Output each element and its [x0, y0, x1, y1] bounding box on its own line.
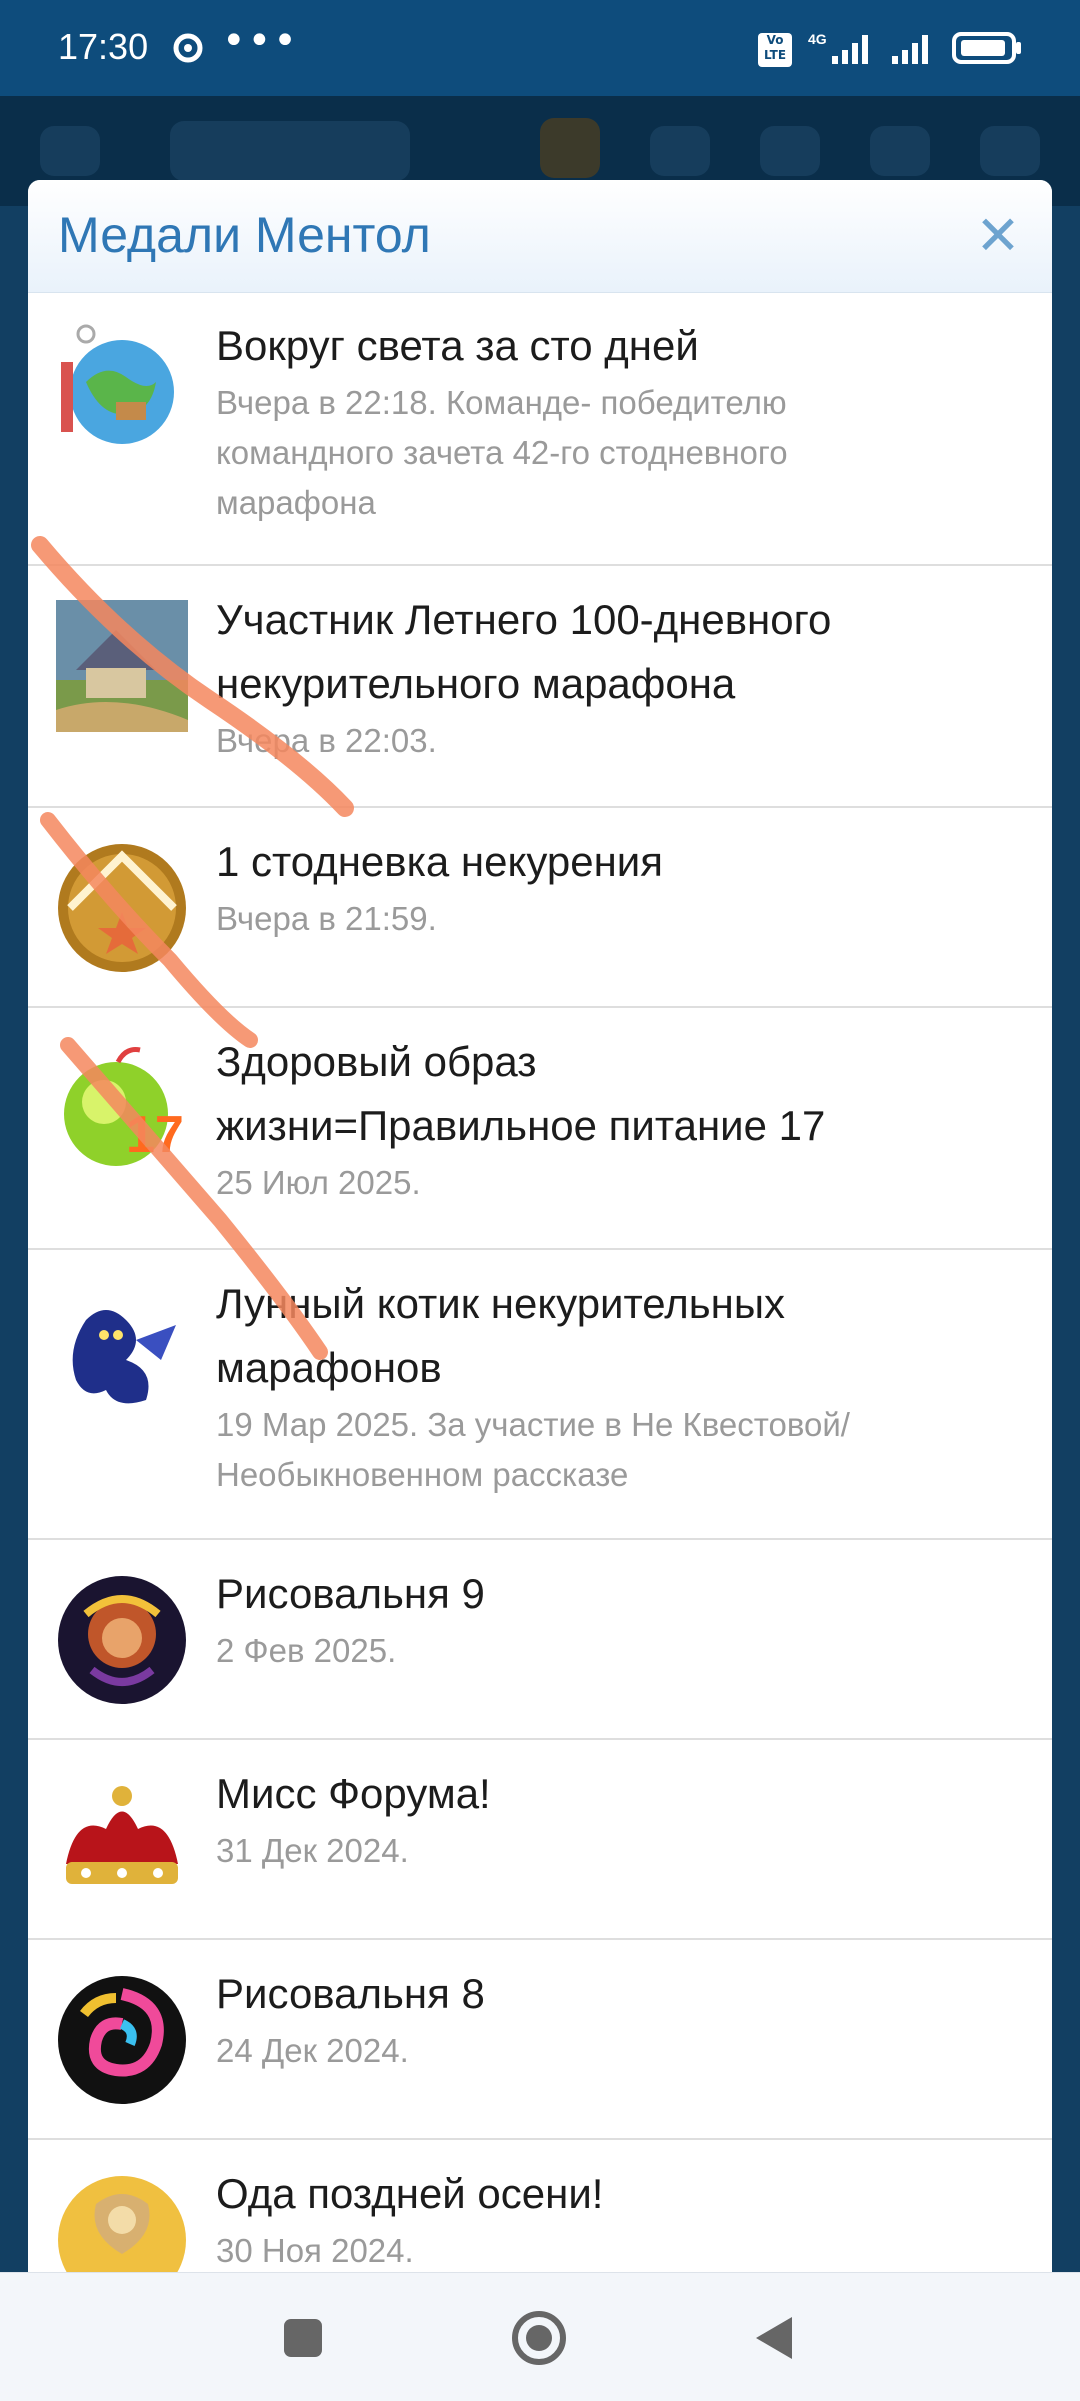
list-item[interactable]: Рисовальня 8 24 Дек 2024. [28, 1940, 1052, 2140]
house-painting-medal-icon [56, 600, 188, 732]
medal-title: некурительного марафона [216, 660, 736, 707]
more-notifications-icon: ••• [222, 18, 299, 64]
gold-star-medal-icon [58, 844, 186, 972]
signal-4g-icon: 4G [806, 30, 876, 70]
home-button[interactable] [504, 2303, 574, 2373]
medal-subtitle: Вчера в 22:03. [216, 722, 437, 759]
back-button[interactable] [740, 2303, 810, 2373]
volte-icon: Vo LTE [758, 33, 792, 67]
medal-title: марафонов [216, 1344, 442, 1391]
color-swirl-medal-icon [58, 1976, 186, 2104]
medal-subtitle: 2 Фев 2025. [216, 1632, 397, 1669]
list-item[interactable]: Рисовальня 9 2 Фев 2025. [28, 1540, 1052, 1740]
medal-title: Ода поздней осени! [216, 2170, 604, 2217]
list-item[interactable]: Вокруг света за сто дней Вчера в 22:18. … [28, 292, 1052, 566]
medal-title: Лунный котик некурительных [216, 1280, 786, 1327]
medal-title: Рисовальня 9 [216, 1570, 485, 1617]
svg-text:17: 17 [126, 1106, 184, 1164]
medal-subtitle: 31 Дек 2024. [216, 1832, 409, 1869]
globe-medal-icon [61, 324, 174, 444]
medal-title: 1 стодневка некурения [216, 838, 663, 885]
medal-title: Рисовальня 8 [216, 1970, 485, 2017]
medal-subtitle: Необыкновенном рассказе [216, 1456, 629, 1493]
list-item[interactable]: 1 стодневка некурения Вчера в 21:59. [28, 808, 1052, 1008]
crown-medal-icon [66, 1786, 178, 1884]
battery-icon [952, 30, 1024, 70]
medal-title: Участник Летнего 100-дневного [216, 596, 832, 643]
angel-medal-icon [58, 2176, 186, 2272]
list-item[interactable]: Лунный котик некурительных марафонов 19 … [28, 1250, 1052, 1540]
square-icon [284, 2319, 322, 2357]
back-triangle-icon [756, 2317, 792, 2359]
home-circle-icon [512, 2311, 566, 2365]
medal-subtitle: 19 Мар 2025. За участие в Не Квестовой/ [216, 1406, 850, 1443]
painted-portrait-medal-icon [58, 1576, 186, 1704]
list-item[interactable]: Ода поздней осени! 30 Ноя 2024. [28, 2140, 1052, 2272]
modal-header: Медали Ментол ✕ [28, 180, 1052, 293]
medal-subtitle: 24 Дек 2024. [216, 2032, 409, 2069]
green-apple-medal-icon: 17 [64, 1047, 184, 1166]
list-item[interactable]: Участник Летнего 100-дневного некуритель… [28, 566, 1052, 808]
medal-subtitle: Вчера в 21:59. [216, 900, 437, 937]
medal-subtitle: Вчера в 22:18. Команде- победителю [216, 384, 787, 421]
medal-subtitle: марафона [216, 484, 376, 521]
medal-title: Здоровый образ [216, 1038, 537, 1085]
navigation-bar [0, 2272, 1080, 2401]
medal-title: Вокруг света за сто дней [216, 322, 699, 369]
modal-title: Медали Ментол [58, 207, 431, 263]
svg-text:4G: 4G [808, 31, 827, 47]
medals-modal: Медали Ментол ✕ Вокруг света за сто дней… [28, 180, 1052, 2272]
signal-icon [890, 30, 938, 70]
close-button[interactable]: ✕ [966, 204, 1030, 268]
moon-cat-medal-icon [72, 1310, 176, 1404]
medal-list: Вокруг света за сто дней Вчера в 22:18. … [28, 292, 1052, 2272]
medal-subtitle: 30 Ноя 2024. [216, 2232, 414, 2269]
medal-subtitle: 25 Июл 2025. [216, 1164, 421, 1201]
sync-icon [170, 30, 206, 70]
medal-title: жизни=Правильное питание 17 [216, 1102, 826, 1149]
list-item[interactable]: 17 Здоровый образ жизни=Правильное питан… [28, 1008, 1052, 1250]
medal-subtitle: командного зачета 42-го стодневного [216, 434, 788, 471]
medal-title: Мисс Форума! [216, 1770, 491, 1817]
close-icon: ✕ [975, 204, 1021, 267]
list-item[interactable]: Мисс Форума! 31 Дек 2024. [28, 1740, 1052, 1940]
status-time: 17:30 [58, 26, 149, 67]
recent-apps-button[interactable] [268, 2303, 338, 2373]
status-bar: 17:30 ••• Vo LTE 4G [0, 0, 1080, 96]
